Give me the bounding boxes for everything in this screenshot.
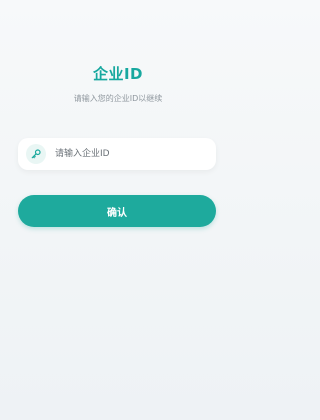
enterprise-id-input[interactable] [55,144,205,164]
confirm-button[interactable]: 确认 [18,195,216,227]
page-title: 企业ID [92,65,144,83]
enterprise-id-field[interactable] [18,138,216,170]
enterprise-id-page: 企业ID 请输入您的企业ID以继续 确认 [0,0,236,420]
page-subtitle: 请输入您的企业ID以继续 [73,94,163,103]
key-icon [26,144,46,164]
